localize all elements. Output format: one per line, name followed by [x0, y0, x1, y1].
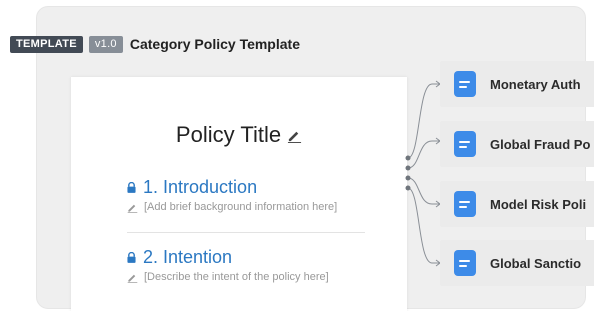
pencil-icon[interactable]: [127, 202, 138, 213]
pencil-icon[interactable]: [127, 272, 138, 283]
policy-document-card[interactable]: Policy Title 1. Introduction [Add brief …: [71, 77, 407, 311]
linked-policy-node[interactable]: Global Sanctio: [440, 240, 594, 286]
version-badge: v1.0: [88, 35, 123, 53]
linked-policy-label: Global Sanctio: [490, 255, 582, 271]
template-header: TEMPLATE v1.0 Category Policy Template: [10, 35, 300, 53]
section-divider: [127, 232, 365, 233]
policy-title[interactable]: Policy Title: [176, 122, 281, 148]
linked-policy-label: Model Risk Poli: [490, 196, 587, 212]
linked-policy-node[interactable]: Monetary Auth: [440, 61, 594, 107]
linked-policy-node[interactable]: Model Risk Poli: [440, 181, 594, 227]
lock-icon: [127, 182, 136, 193]
section-placeholder[interactable]: [Describe the intent of the policy here]: [144, 271, 329, 283]
section-heading: 1. Introduction: [127, 177, 337, 198]
document-icon: [454, 71, 476, 97]
linked-policy-label: Monetary Auth: [490, 76, 581, 92]
document-icon: [454, 131, 476, 157]
linked-policy-label: Global Fraud Po: [490, 136, 591, 152]
section-placeholder-row: [Describe the intent of the policy here]: [127, 271, 329, 283]
lock-icon: [127, 252, 136, 263]
template-badge: TEMPLATE: [10, 35, 83, 53]
document-icon: [454, 191, 476, 217]
pencil-icon[interactable]: [287, 128, 302, 143]
section-placeholder-row: [Add brief background information here]: [127, 201, 337, 213]
section-placeholder[interactable]: [Add brief background information here]: [144, 201, 337, 213]
template-title: Category Policy Template: [129, 36, 300, 52]
section-introduction[interactable]: 1. Introduction [Add brief background in…: [127, 177, 337, 213]
section-title: 2. Intention: [143, 247, 233, 267]
linked-policy-node[interactable]: Global Fraud Po: [440, 121, 594, 167]
section-intention[interactable]: 2. Intention [Describe the intent of the…: [127, 247, 329, 283]
section-title: 1. Introduction: [143, 177, 258, 197]
policy-title-row: Policy Title: [71, 122, 407, 148]
document-icon: [454, 250, 476, 276]
section-heading: 2. Intention: [127, 247, 329, 268]
